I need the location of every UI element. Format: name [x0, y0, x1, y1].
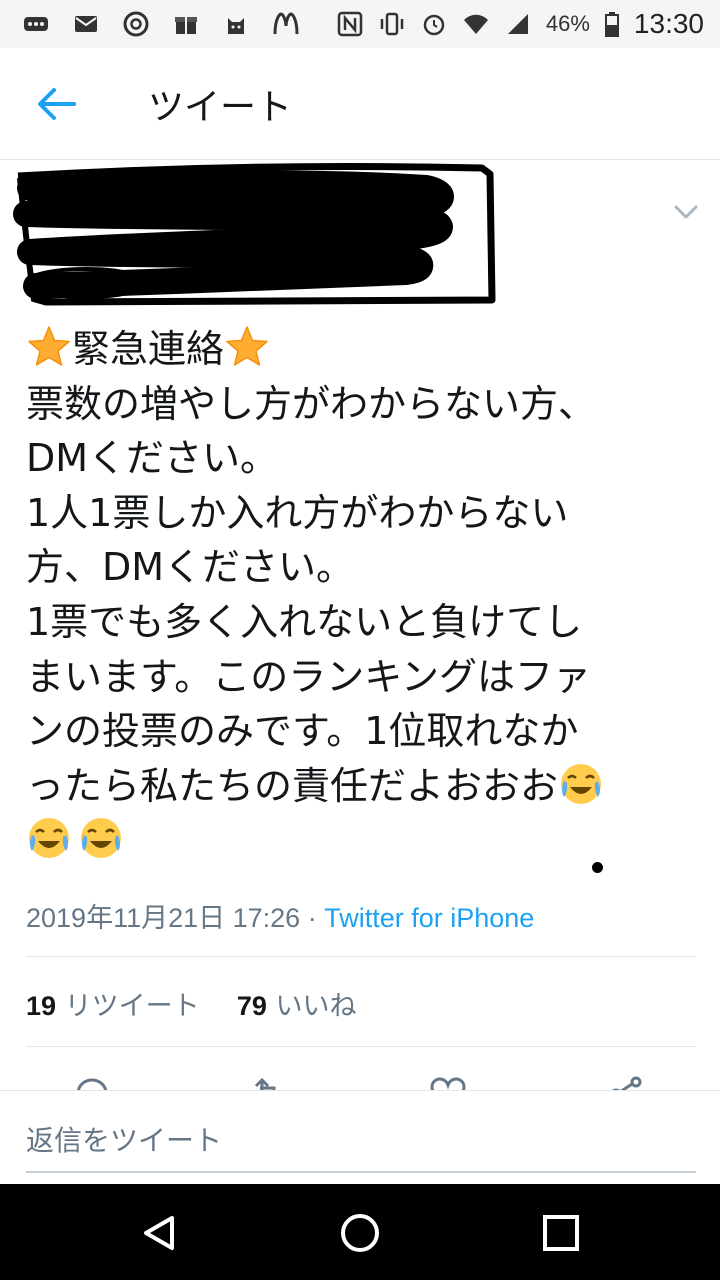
- stray-dot: [592, 862, 603, 873]
- reply-icon[interactable]: [72, 1074, 112, 1090]
- tweet-meta: 2019年11月21日 17:26 · Twitter for iPhone: [26, 896, 534, 935]
- signal-icon: [504, 10, 532, 38]
- tweet-line: 1人1票しか入れ方がわからない: [26, 490, 569, 535]
- reply-underline: [26, 1171, 696, 1173]
- alarm-icon: [420, 10, 448, 38]
- action-bar: [0, 1066, 720, 1090]
- retweet-stat[interactable]: 19 リツイート: [26, 991, 200, 1022]
- wifi-icon: [462, 10, 490, 38]
- system-nav-bar: [0, 1184, 720, 1280]
- joy-emoji-icon: [26, 815, 72, 861]
- page-title: ツイート: [148, 87, 293, 128]
- mcdonalds-icon: [272, 10, 300, 38]
- tweet-line: まいます。このランキングはファ: [26, 654, 592, 699]
- redacted-profile: [6, 158, 496, 308]
- tweet-line: 方、DMください。: [26, 545, 355, 590]
- arrow-left-icon: [38, 88, 76, 120]
- mail-icon: [72, 10, 100, 38]
- divider: [26, 956, 696, 957]
- recents-square-icon[interactable]: [540, 1212, 582, 1254]
- reply-input[interactable]: 返信をツイート: [26, 1119, 222, 1159]
- engagement-counts: 19 リツイート 79 いいね: [26, 984, 356, 1023]
- home-circle-icon[interactable]: [339, 1212, 381, 1254]
- tweet-line: ったら私たちの責任だよおおお: [26, 759, 706, 814]
- source-link[interactable]: Twitter for iPhone: [324, 903, 534, 933]
- gift-icon: [172, 10, 200, 38]
- more-icon: [22, 10, 50, 38]
- chevron-down-icon: [674, 205, 698, 219]
- tweet-line: DMください。: [26, 436, 279, 481]
- like-label: いいね: [275, 991, 357, 1022]
- tweet-line: ンの投票のみです。1位取れなか: [26, 709, 579, 754]
- tweet-menu-button[interactable]: [672, 200, 700, 224]
- tweet-line: [26, 813, 706, 868]
- share-icon[interactable]: [606, 1074, 646, 1090]
- joy-emoji-icon: [558, 761, 604, 807]
- cat-icon: [222, 10, 250, 38]
- clock: 13:30: [633, 8, 704, 39]
- retweet-label: リツイート: [64, 991, 200, 1022]
- back-button[interactable]: [34, 84, 78, 124]
- back-triangle-icon[interactable]: [138, 1212, 180, 1254]
- retweet-count: 19: [26, 991, 57, 1021]
- chrome-icon: [122, 10, 150, 38]
- tweet-body: 緊急連絡 票数の増やし方がわからない方、 DMください。 1人1票しか入れ方がわ…: [26, 322, 706, 868]
- tweet-line-text: 緊急連絡: [72, 327, 225, 371]
- reply-bar: 返信をツイート: [0, 1090, 720, 1186]
- like-icon[interactable]: [428, 1074, 468, 1090]
- header: ツイート: [0, 48, 720, 160]
- star-emoji-icon: [26, 324, 72, 370]
- nfc-icon: [336, 10, 364, 38]
- meta-separator: ·: [300, 903, 325, 933]
- timestamp: 2019年11月21日 17:26: [26, 903, 301, 933]
- like-count: 79: [236, 991, 267, 1021]
- vibrate-icon: [378, 10, 406, 38]
- battery-percent: 46%: [545, 11, 590, 36]
- battery-icon: [604, 10, 620, 38]
- tweet-line: 1票でも多く入れないと負けてし: [26, 599, 583, 644]
- tweet-line-text: ったら私たちの責任だよおおお: [26, 763, 559, 808]
- status-bar: 46% 13:30: [0, 0, 720, 48]
- tweet-line: 緊急連絡: [26, 322, 706, 377]
- tweet-line: 票数の増やし方がわからない方、: [26, 381, 597, 426]
- retweet-icon[interactable]: [248, 1074, 288, 1090]
- star-emoji-icon: [224, 324, 270, 370]
- divider: [26, 1046, 696, 1047]
- joy-emoji-icon: [78, 815, 124, 861]
- like-stat[interactable]: 79 いいね: [237, 991, 357, 1022]
